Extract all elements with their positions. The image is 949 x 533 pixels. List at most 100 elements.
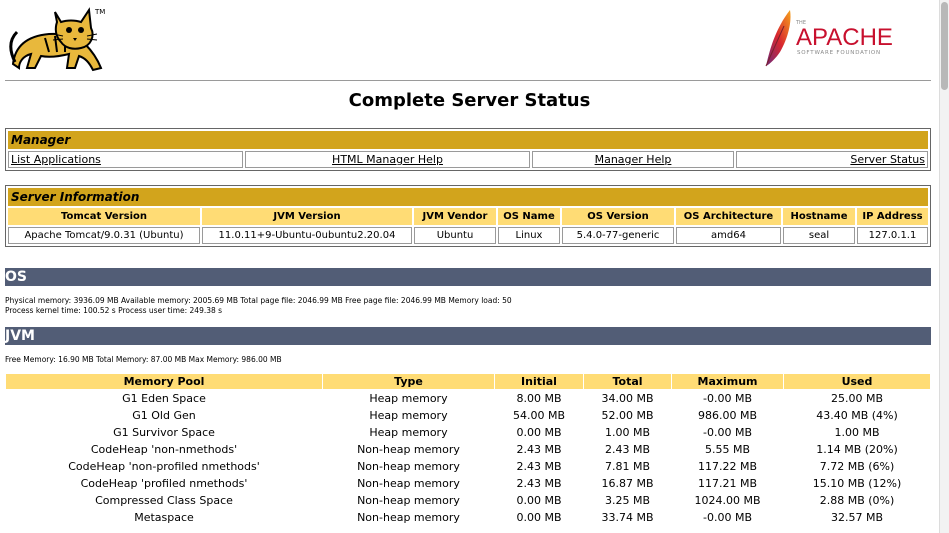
pool-total: 16.87 MB [601, 476, 654, 490]
pool-name: Metaspace [134, 510, 194, 524]
pool-total: 52.00 MB [601, 408, 654, 422]
pool-maximum: 5.55 MB [704, 442, 751, 456]
hostname-value: seal [783, 227, 855, 244]
pool-type: Non-heap memory [357, 442, 460, 456]
pool-type: Non-heap memory [357, 510, 460, 524]
scrollbar-thumb[interactable] [941, 2, 948, 90]
col-header: Used [784, 374, 930, 389]
list-applications-link[interactable]: List Applications [11, 153, 101, 166]
pool-used: 7.72 MB (6%) [819, 459, 895, 473]
manager-help-link[interactable]: Manager Help [595, 153, 672, 166]
pool-initial: 0.00 MB [516, 425, 562, 439]
pool-used: 43.40 MB (4%) [816, 408, 898, 422]
os-process-time: Process kernel time: 100.52 s Process us… [5, 306, 223, 315]
pool-used: 32.57 MB [830, 510, 884, 524]
col-header: Tomcat Version [8, 208, 200, 225]
pool-used: 25.00 MB [830, 391, 884, 405]
table-row: G1 Eden Space Heap memory 8.00 MB 34.00 … [6, 390, 930, 406]
pool-initial: 2.43 MB [516, 459, 562, 473]
pool-name: CodeHeap 'non-nmethods' [90, 442, 238, 456]
pool-name: CodeHeap 'profiled nmethods' [80, 476, 248, 490]
pool-maximum: -0.00 MB [703, 510, 752, 524]
pool-initial: 2.43 MB [516, 442, 562, 456]
col-header: OS Name [498, 208, 560, 225]
col-header: JVM Vendor [414, 208, 496, 225]
col-header: JVM Version [202, 208, 412, 225]
col-header: Type [323, 374, 494, 389]
pool-total: 33.74 MB [601, 510, 654, 524]
pool-total: 1.00 MB [604, 425, 651, 439]
pool-maximum: 117.22 MB [697, 459, 758, 473]
pool-total: 7.81 MB [604, 459, 651, 473]
col-header: Maximum [672, 374, 783, 389]
apache-logo[interactable]: THE APACHE SOFTWARE FOUNDATION [760, 8, 920, 68]
jvm-memory-info: Free Memory: 16.90 MB Total Memory: 87.0… [5, 355, 282, 364]
pool-maximum: 117.21 MB [697, 476, 758, 490]
os-architecture-value: amd64 [676, 227, 781, 244]
pool-initial: 8.00 MB [516, 391, 562, 405]
ip-address-value: 127.0.1.1 [857, 227, 928, 244]
pool-used: 2.88 MB (0%) [819, 493, 895, 507]
server-info-panel: Server Information Tomcat Version JVM Ve… [5, 185, 931, 247]
pool-maximum: 1024.00 MB [694, 493, 761, 507]
col-header: Hostname [783, 208, 855, 225]
pool-name: Compressed Class Space [95, 493, 233, 507]
manager-panel: Manager List Applications HTML Manager H… [5, 128, 931, 171]
pool-used: 1.00 MB [834, 425, 880, 439]
os-version-value: 5.4.0-77-generic [562, 227, 674, 244]
server-info-title: Server Information [8, 188, 928, 206]
pool-name: G1 Eden Space [122, 391, 206, 405]
tomcat-logo[interactable]: TM [5, 6, 107, 74]
tomcat-version-value: Apache Tomcat/9.0.31 (Ubuntu) [8, 227, 200, 244]
pool-total: 2.43 MB [604, 442, 651, 456]
jvm-version-value: 11.0.11+9-Ubuntu-0ubuntu2.20.04 [202, 227, 412, 244]
header-divider [5, 80, 931, 81]
pool-maximum: 986.00 MB [697, 408, 758, 422]
page-title: Complete Server Status [348, 90, 591, 111]
pool-type: Heap memory [369, 425, 448, 439]
apache-name-text: APACHE [796, 24, 893, 51]
page-header: TM THE APACHE SOFTWARE FOUNDATION [0, 0, 939, 80]
table-row: CodeHeap 'non-profiled nmethods' Non-hea… [6, 458, 930, 474]
pool-initial: 2.43 MB [516, 476, 562, 490]
os-name-value: Linux [498, 227, 560, 244]
pool-total: 3.25 MB [604, 493, 651, 507]
pool-type: Heap memory [369, 391, 448, 405]
table-row: G1 Survivor Space Heap memory 0.00 MB 1.… [6, 424, 930, 440]
pool-name: CodeHeap 'non-profiled nmethods' [68, 459, 260, 473]
pool-name: G1 Old Gen [132, 408, 196, 422]
pool-used: 1.14 MB (20%) [816, 442, 898, 456]
tomcat-status-page: TM THE APACHE SOFTWARE FOUNDATION Comple… [0, 0, 939, 533]
pool-type: Non-heap memory [357, 459, 460, 473]
pool-type: Non-heap memory [357, 493, 460, 507]
jvm-vendor-value: Ubuntu [414, 227, 496, 244]
col-header: Memory Pool [6, 374, 322, 389]
col-header: Total [584, 374, 671, 389]
pool-maximum: -0.00 MB [703, 391, 752, 405]
table-row: Compressed Class Space Non-heap memory 0… [6, 492, 930, 508]
trademark-label: TM [94, 8, 105, 16]
table-row: CodeHeap 'profiled nmethods' Non-heap me… [6, 475, 930, 491]
col-header: OS Architecture [676, 208, 781, 225]
server-status-link[interactable]: Server Status [850, 153, 925, 166]
pool-type: Non-heap memory [357, 476, 460, 490]
pool-initial: 54.00 MB [512, 408, 566, 422]
memory-pool-table: Memory Pool Type Initial Total Maximum U… [5, 373, 931, 526]
tomcat-cat-icon: TM [9, 7, 105, 72]
os-memory-info: Physical memory: 3936.09 MB Available me… [5, 296, 512, 305]
pool-total: 34.00 MB [601, 391, 654, 405]
pool-maximum: -0.00 MB [703, 425, 752, 439]
table-row: Metaspace Non-heap memory 0.00 MB 33.74 … [6, 509, 930, 525]
table-row: G1 Old Gen Heap memory 54.00 MB 52.00 MB… [6, 407, 930, 423]
col-header: Initial [495, 374, 583, 389]
apache-sub-text: SOFTWARE FOUNDATION [797, 50, 881, 56]
pool-type: Heap memory [369, 408, 448, 422]
html-manager-help-link[interactable]: HTML Manager Help [332, 153, 443, 166]
vertical-scrollbar[interactable] [939, 0, 949, 533]
jvm-heading: JVM [5, 327, 931, 345]
pool-name: G1 Survivor Space [113, 425, 215, 439]
col-header: IP Address [857, 208, 928, 225]
manager-title: Manager [8, 131, 928, 149]
apache-feather-icon: THE APACHE SOFTWARE FOUNDATION [765, 10, 893, 67]
pool-initial: 0.00 MB [516, 493, 562, 507]
